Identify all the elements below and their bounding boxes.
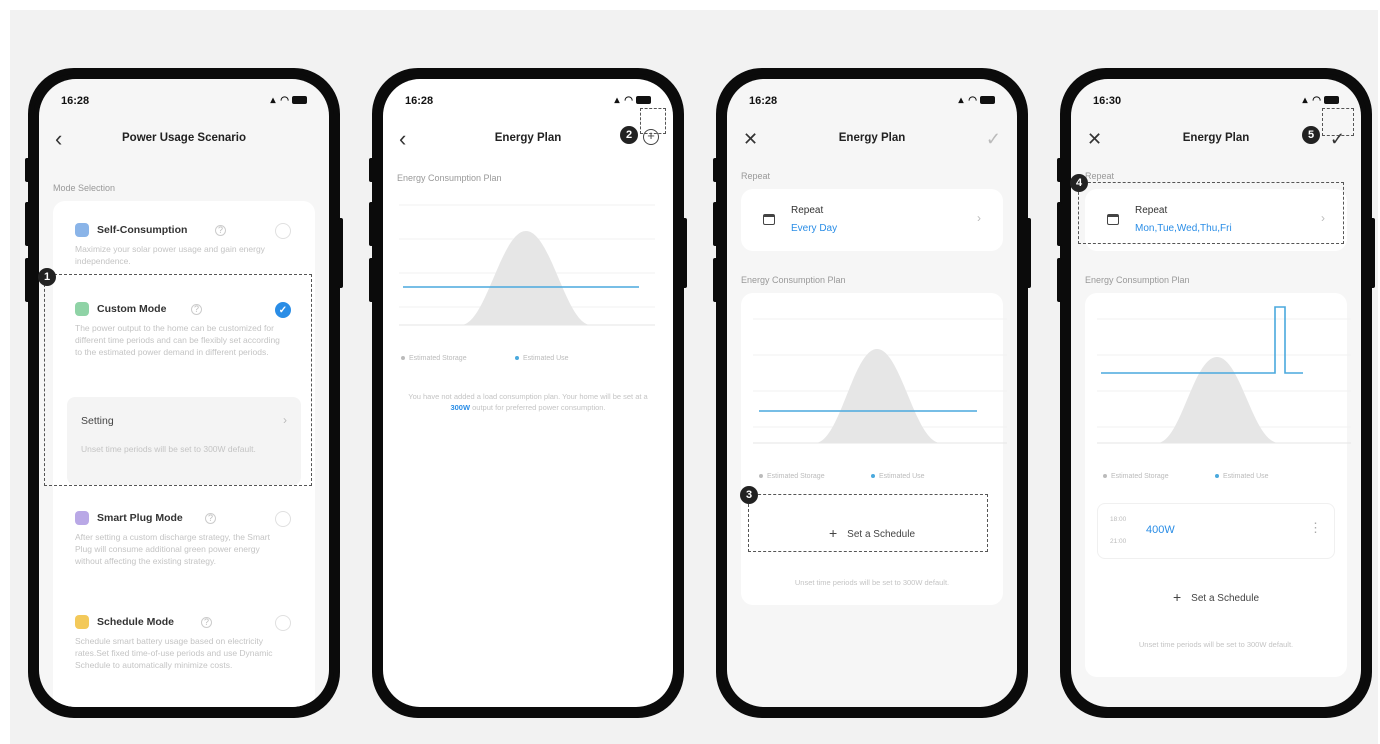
highlight-repeat bbox=[1078, 182, 1344, 244]
page-title: Energy Plan bbox=[838, 132, 906, 144]
status-time: 16:28 bbox=[749, 95, 778, 107]
section-label: Mode Selection bbox=[53, 183, 116, 193]
signal-wifi-battery-icon: ▴ ◠ bbox=[270, 95, 307, 106]
repeat-label: Repeat bbox=[791, 205, 824, 216]
highlight-custom-mode bbox=[44, 274, 312, 486]
more-icon[interactable]: ⋮ bbox=[1309, 520, 1322, 536]
estimated-storage-area bbox=[1157, 357, 1279, 443]
plan-card: Estimated Storage Estimated Use + Set a S… bbox=[741, 293, 1007, 605]
schedule-mode-icon bbox=[75, 615, 89, 629]
plus-icon: + bbox=[1172, 589, 1182, 605]
signal-wifi-battery-icon: ▴ ◠ bbox=[958, 95, 995, 106]
plan-card: Estimated Storage Estimated Use 18:00 21… bbox=[1085, 293, 1351, 677]
confirm-icon-disabled[interactable]: ✓ bbox=[986, 129, 1001, 150]
schedule-slot[interactable]: 18:00 21:00 400W ⋮ bbox=[1097, 503, 1335, 559]
status-time: 16:28 bbox=[405, 95, 434, 107]
estimated-use-line bbox=[1101, 306, 1303, 374]
estimated-storage-area bbox=[815, 349, 941, 443]
signal-wifi-battery-icon: ▴ ◠ bbox=[1302, 95, 1339, 106]
slot-start-time: 18:00 bbox=[1110, 516, 1127, 523]
signal-wifi-battery-icon: ▴ ◠ bbox=[614, 95, 651, 106]
slot-power: 400W bbox=[1146, 524, 1175, 536]
energy-chart bbox=[399, 204, 655, 326]
mode-radio-self-consumption[interactable] bbox=[275, 223, 291, 239]
legend-use: Estimated Use bbox=[515, 355, 569, 362]
status-bar: 16:30 ▴ ◠ bbox=[1093, 93, 1339, 109]
section-label: Repeat bbox=[741, 171, 771, 181]
phone-energy-plan-empty: 16:28 ▴ ◠ ‹ Energy Plan + Energy Consump… bbox=[369, 68, 687, 718]
mode-description: Schedule smart battery usage based on el… bbox=[75, 636, 273, 670]
highlight-add-plan bbox=[640, 108, 666, 134]
status-time: 16:28 bbox=[61, 95, 90, 107]
navbar: ‹ Power Usage Scenario bbox=[39, 125, 329, 155]
legend-use: Estimated Use bbox=[871, 473, 925, 480]
page-title: Power Usage Scenario bbox=[122, 132, 246, 144]
status-bar: 16:28 ▴ ◠ bbox=[749, 93, 995, 109]
energy-chart bbox=[753, 318, 1007, 444]
step-badge-2: 2 bbox=[620, 126, 638, 144]
section-label: Energy Consumption Plan bbox=[397, 173, 502, 183]
status-bar: 16:28 ▴ ◠ bbox=[61, 93, 307, 109]
navbar: ✕ Energy Plan ✓ bbox=[727, 125, 1017, 155]
mode-radio-smart-plug[interactable] bbox=[275, 511, 291, 527]
help-icon[interactable]: ? bbox=[205, 513, 216, 524]
help-icon[interactable]: ? bbox=[215, 225, 226, 236]
highlight-set-schedule bbox=[748, 494, 988, 552]
mode-description: After setting a custom discharge strateg… bbox=[75, 532, 270, 566]
repeat-row[interactable]: Repeat Every Day › bbox=[741, 189, 1003, 251]
default-note: Unset time periods will be set to 300W d… bbox=[1138, 640, 1294, 649]
calendar-icon bbox=[763, 214, 775, 225]
status-time: 16:30 bbox=[1093, 95, 1122, 107]
phone-energy-plan-repeat: 16:28 ▴ ◠ ✕ Energy Plan ✓ Repeat Repeat … bbox=[713, 68, 1031, 718]
step-badge-4: 4 bbox=[1070, 174, 1088, 192]
mode-description: Maximize your solar power usage and gain… bbox=[75, 244, 265, 266]
legend-storage: Estimated Storage bbox=[759, 473, 825, 480]
chevron-right-icon: › bbox=[977, 211, 981, 225]
legend-storage: Estimated Storage bbox=[1103, 473, 1169, 480]
mode-title: Self-Consumption bbox=[97, 224, 188, 236]
help-icon[interactable]: ? bbox=[201, 617, 212, 628]
estimated-storage-area bbox=[461, 231, 591, 325]
mode-title: Schedule Mode bbox=[97, 616, 175, 628]
tutorial-stage: 16:28 ▴ ◠ ‹ Power Usage Scenario Mode Se… bbox=[10, 10, 1378, 744]
legend-use: Estimated Use bbox=[1215, 473, 1269, 480]
energy-chart bbox=[1097, 306, 1351, 444]
phone-energy-plan-scheduled: 16:30 ▴ ◠ ✕ Energy Plan ✓ Repeat Repeat … bbox=[1057, 68, 1375, 718]
self-consumption-icon bbox=[75, 223, 89, 237]
section-label: Energy Consumption Plan bbox=[1085, 275, 1190, 285]
step-badge-1: 1 bbox=[38, 268, 56, 286]
slot-end-time: 21:00 bbox=[1110, 538, 1127, 545]
legend-storage: Estimated Storage bbox=[401, 355, 467, 362]
empty-plan-note: You have not added a load consumption pl… bbox=[408, 392, 648, 412]
smart-plug-mode-icon bbox=[75, 511, 89, 525]
step-badge-3: 3 bbox=[740, 486, 758, 504]
status-bar: 16:28 ▴ ◠ bbox=[405, 93, 651, 109]
highlight-confirm bbox=[1322, 108, 1354, 136]
mode-title: Smart Plug Mode bbox=[97, 512, 183, 524]
section-label: Repeat bbox=[1085, 171, 1115, 181]
step-badge-5: 5 bbox=[1302, 126, 1320, 144]
mode-radio-schedule-mode[interactable] bbox=[275, 615, 291, 631]
set-schedule-button[interactable]: + Set a Schedule bbox=[1085, 589, 1347, 605]
default-note: Unset time periods will be set to 300W d… bbox=[794, 578, 950, 587]
section-label: Energy Consumption Plan bbox=[741, 275, 846, 285]
repeat-value: Every Day bbox=[791, 223, 838, 234]
